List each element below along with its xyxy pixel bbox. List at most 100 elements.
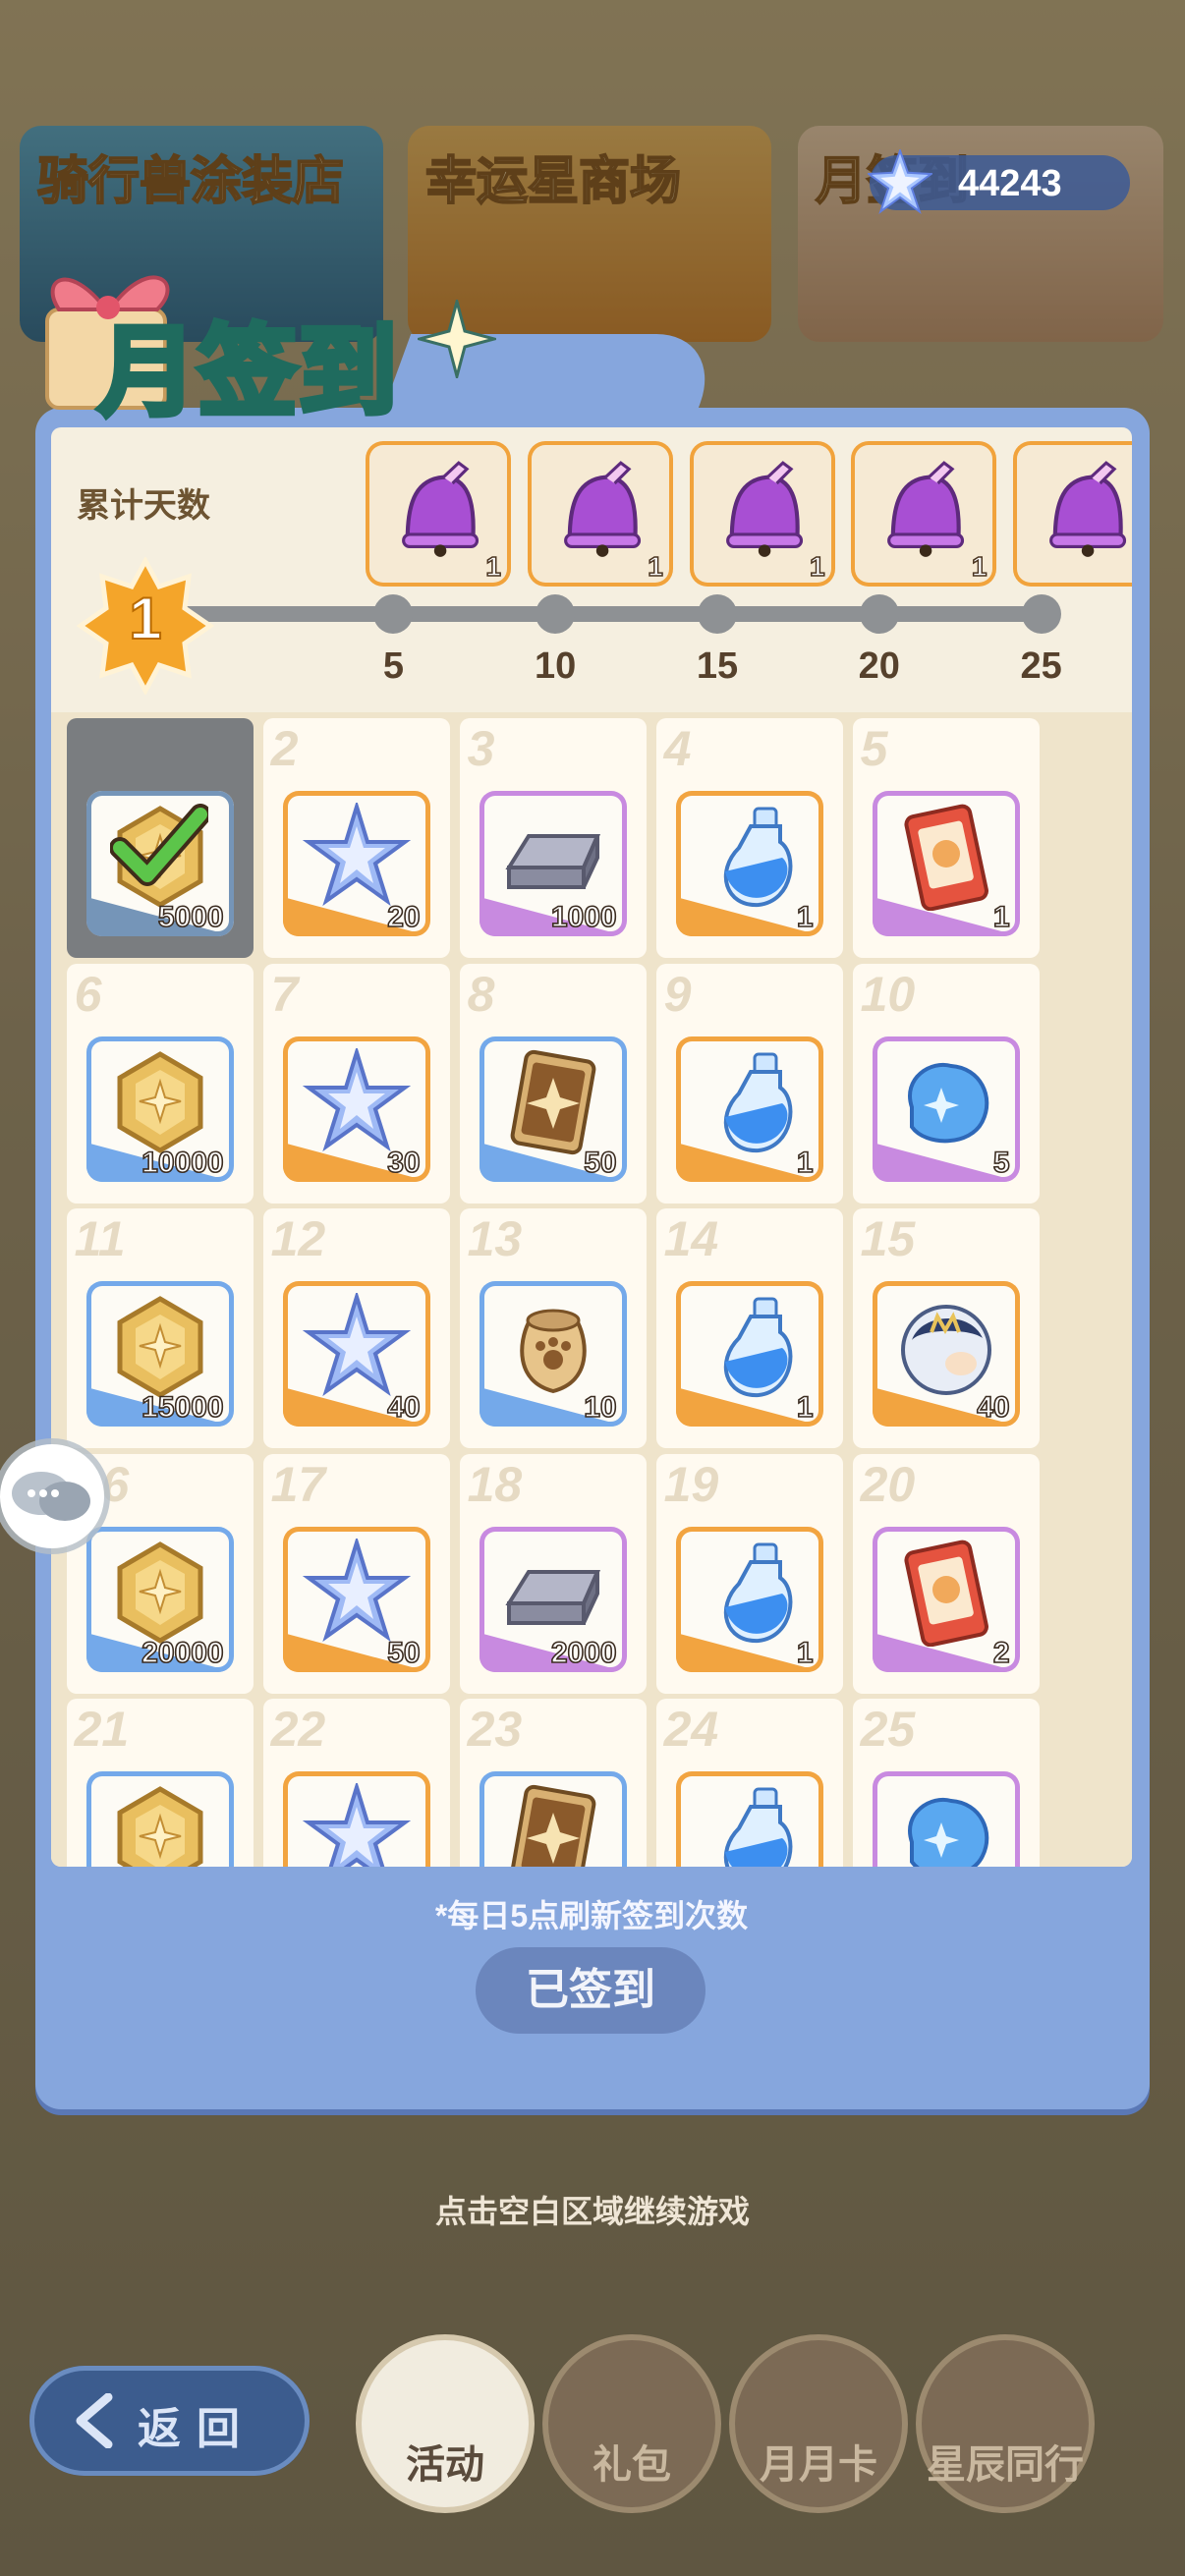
reward-qty: 1 [796, 1390, 814, 1425]
reward-qty: 2000 [550, 1636, 617, 1670]
back-button[interactable]: 返回 [29, 2366, 310, 2476]
bell-icon [402, 461, 480, 557]
milestone-reward[interactable]: 1 [851, 441, 997, 587]
progress-day-label: 25 [1020, 645, 1062, 687]
milestone-reward[interactable]: 1 [366, 441, 511, 587]
reward-frame: 50 [282, 1526, 430, 1672]
day-grid[interactable]: 5000 2 20 3 1000 4 1 5 1 6 10000 7 30 8 50 9 1 10 5 11 15000… [51, 712, 1132, 1867]
star-crystal-icon [302, 1047, 411, 1151]
reward-qty: 10000 [141, 1146, 224, 1180]
back-arrow-icon [76, 2393, 113, 2448]
day-cell[interactable]: 13 10 [459, 1208, 647, 1449]
gold-coin-icon [117, 1786, 203, 1867]
nav-star-companion[interactable]: 星辰同行 [922, 2340, 1089, 2507]
day-cell[interactable]: 91 [655, 963, 843, 1204]
nav-monthly-card[interactable]: 月月卡 [735, 2340, 902, 2507]
day-number: 20 [860, 1456, 916, 1512]
cat-orb-icon [900, 1305, 991, 1396]
day-cell[interactable]: 41 [655, 718, 843, 958]
progress-node [859, 594, 899, 634]
progress-node [373, 594, 414, 634]
signed-in-button[interactable]: 已签到 [476, 1947, 705, 2034]
gold-coin-icon [117, 1296, 203, 1399]
reward-frame: 1 [675, 1281, 823, 1428]
nav-label: 活动 [406, 2443, 484, 2487]
day-cell[interactable]: 7 30 [262, 963, 450, 1204]
blue-potion-icon [723, 1542, 793, 1643]
reward-qty: 1 [992, 900, 1010, 934]
reward-frame [479, 1771, 627, 1867]
blue-potion-icon [723, 1052, 793, 1152]
day-number: 7 [270, 966, 299, 1022]
day-cell[interactable]: 15 40 [852, 1208, 1040, 1449]
bell-icon [887, 461, 965, 557]
day-cell[interactable]: 19 1 [655, 1453, 843, 1694]
reward-frame: 1 [675, 1526, 823, 1672]
nav-label: 星辰同行 [927, 2443, 1084, 2487]
star-crystal-icon [302, 1293, 411, 1397]
ticket-icon [904, 1540, 988, 1647]
day-cell[interactable]: 2 20 [262, 718, 450, 958]
star-crystal-icon [868, 149, 932, 214]
day-number: 3 [467, 721, 495, 776]
panel-content: 累计天数 11111 510152025 1 50002203100041516… [51, 427, 1132, 1867]
reward-qty: 1 [796, 1636, 814, 1670]
day-cell[interactable]: 14 1 [655, 1208, 843, 1449]
reward-frame: 10 [479, 1281, 627, 1428]
progress-track [164, 606, 1058, 622]
check-icon [109, 804, 208, 886]
day-cell[interactable]: 5000 [66, 718, 254, 958]
day-cell[interactable]: 51 [852, 718, 1040, 958]
day-number: 11 [74, 1211, 126, 1267]
day-cell[interactable]: 21 [66, 1699, 254, 1867]
day-cell[interactable]: 3 1000 [459, 718, 647, 958]
sparkle-icon [418, 300, 496, 378]
day-cell[interactable]: 25 [852, 1699, 1040, 1867]
chat-button[interactable] [0, 1444, 104, 1548]
reward-qty: 50 [583, 1146, 617, 1180]
day-cell[interactable]: 12 40 [262, 1208, 450, 1449]
reward-frame: 20 [282, 791, 430, 936]
day-cell[interactable]: 18 2000 [459, 1453, 647, 1694]
day-number: 2 [270, 721, 299, 776]
reward-frame: 20000 [85, 1526, 234, 1672]
day-cell[interactable]: 11 15000 [66, 1208, 254, 1449]
reward-frame: 50 [479, 1036, 627, 1182]
day-number: 9 [663, 966, 692, 1022]
day-cell[interactable]: 24 [655, 1699, 843, 1867]
day-number: 24 [663, 1702, 719, 1758]
chat-bubble-icon [12, 1472, 90, 1521]
nav-activity[interactable]: 活动 [362, 2340, 529, 2507]
reward-qty: 5 [992, 1146, 1010, 1180]
day-cell[interactable]: 20 2 [852, 1453, 1040, 1694]
day-cell[interactable]: 22 [262, 1699, 450, 1867]
reward-frame [282, 1771, 430, 1867]
reward-frame: 1 [675, 791, 823, 936]
milestone-reward[interactable]: 1 [527, 441, 673, 587]
day-cell[interactable]: 6 10000 [66, 963, 254, 1204]
milestone-reward[interactable]: 1 [689, 441, 835, 587]
day-cell[interactable]: 10 5 [852, 963, 1040, 1204]
day-number: 14 [663, 1211, 719, 1267]
progress-node [536, 594, 576, 634]
nav-gift-pack[interactable]: 礼包 [548, 2340, 715, 2507]
reward-qty: 1000 [550, 900, 617, 934]
reward-qty: 30 [386, 1146, 421, 1180]
reward-frame: 40 [282, 1281, 430, 1428]
reward-frame: 30 [282, 1036, 430, 1182]
reward-qty: 2 [992, 1636, 1010, 1670]
gold-coin-icon [117, 1540, 203, 1644]
milestone-qty: 1 [971, 550, 988, 583]
day-cell[interactable]: 8 50 [459, 963, 647, 1204]
star-crystal-icon [302, 1538, 411, 1642]
panel-footer: *每日5点刷新签到次数 已签到 [51, 1867, 1132, 2102]
progress-day-label: 20 [858, 645, 900, 687]
day-cell[interactable]: 23 [459, 1699, 647, 1867]
day-cell[interactable]: 17 50 [262, 1453, 450, 1694]
reward-frame: 1000 [479, 791, 627, 936]
reward-frame: 10000 [85, 1036, 234, 1182]
paw-bag-icon [519, 1309, 587, 1394]
star-crystal-icon [302, 1783, 411, 1867]
refresh-note: *每日5点刷新签到次数 [434, 1898, 749, 1933]
milestone-reward[interactable]: 1 [1013, 441, 1132, 587]
